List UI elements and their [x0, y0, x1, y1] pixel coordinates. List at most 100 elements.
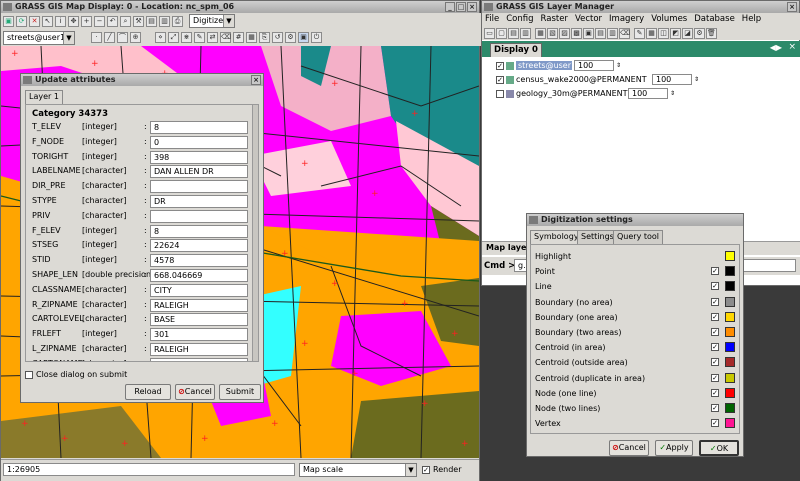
tab-nav-icon[interactable]: ◀▶: [770, 43, 782, 52]
workspace-open-icon[interactable]: ▤: [508, 27, 519, 39]
georectify-icon[interactable]: ◫: [658, 27, 669, 39]
reload-button[interactable]: Reload: [125, 384, 171, 400]
digitize-mode-select[interactable]: Digitize ▼: [189, 14, 235, 28]
attribute-value-field[interactable]: [150, 180, 248, 194]
cancel-button[interactable]: ⊘Cancel: [175, 384, 215, 400]
add-point-icon[interactable]: ·: [91, 32, 102, 43]
add-boundary-icon[interactable]: ⌒: [117, 32, 128, 43]
menu-raster[interactable]: Raster: [541, 13, 568, 26]
quit-digitizer-icon[interactable]: ⏻: [311, 32, 322, 43]
attribute-value-field[interactable]: RALEIGH: [150, 343, 248, 356]
cancel-button[interactable]: ⊘Cancel: [609, 440, 649, 456]
attribute-value-field[interactable]: DAN ALLEN DR: [150, 165, 248, 179]
delete-layer-icon[interactable]: ⌫: [619, 27, 630, 39]
attribute-table-icon[interactable]: ▦: [646, 27, 657, 39]
color-swatch[interactable]: [725, 281, 735, 292]
apply-button[interactable]: ✓Apply: [655, 440, 693, 456]
settings-icon[interactable]: ▣: [298, 32, 309, 43]
tab-settings[interactable]: Settings: [577, 230, 618, 244]
attribute-value-field[interactable]: CITY: [150, 283, 248, 297]
attribute-value-field[interactable]: DR: [150, 195, 248, 208]
menu-config[interactable]: Config: [506, 13, 533, 26]
symbology-checkbox[interactable]: ✓: [711, 404, 719, 412]
layer-opacity[interactable]: 100: [652, 74, 692, 85]
zoom-out-icon[interactable]: −: [94, 15, 105, 27]
opacity-spin-icon[interactable]: ⇕: [670, 90, 675, 97]
color-swatch[interactable]: [725, 403, 735, 413]
edit-line-icon[interactable]: ✎: [194, 32, 205, 43]
attribute-value-field[interactable]: 22624: [150, 239, 248, 253]
map-display-titlebar[interactable]: GRASS GIS Map Display: 0 - Location: nc_…: [1, 1, 479, 13]
menu-help[interactable]: Help: [742, 13, 761, 26]
attribute-value-field[interactable]: BASE: [150, 313, 248, 327]
statusbar-mode-select[interactable]: Map scale ▼: [299, 463, 417, 477]
update-attributes-titlebar[interactable]: Update attributes ×: [21, 74, 263, 86]
symbology-checkbox[interactable]: ✓: [711, 282, 719, 291]
maximize-icon[interactable]: □: [456, 2, 466, 12]
add-raster-misc-icon[interactable]: ▧: [547, 27, 558, 39]
color-swatch[interactable]: [725, 357, 735, 368]
move-line-icon[interactable]: ⇄: [207, 32, 218, 43]
menu-vector[interactable]: Vector: [575, 13, 602, 26]
add-centroid-icon[interactable]: ⊕: [130, 32, 141, 43]
zoom-menu-icon[interactable]: ⌕: [120, 15, 131, 27]
layer-opacity[interactable]: 100: [628, 88, 668, 99]
display-attributes-icon[interactable]: ▦: [246, 32, 257, 43]
layer-opacity[interactable]: 100: [574, 60, 614, 71]
symbology-checkbox[interactable]: ✓: [711, 267, 719, 276]
symbology-checkbox[interactable]: ✓: [711, 388, 719, 397]
zoom-in-icon[interactable]: +: [81, 15, 92, 27]
close-icon[interactable]: ×: [467, 2, 477, 12]
opacity-spin-icon[interactable]: ⇕: [694, 76, 699, 83]
workspace-new-icon[interactable]: ▢: [496, 27, 507, 39]
close-on-submit-checkbox[interactable]: [25, 370, 33, 379]
add-vertex-icon[interactable]: ⋄: [155, 32, 166, 43]
digitization-settings-titlebar[interactable]: Digitization settings: [527, 214, 743, 226]
attribute-value-field[interactable]: 668.046669: [150, 269, 248, 282]
symbology-checkbox[interactable]: ✓: [711, 358, 719, 367]
rerender-icon[interactable]: ⟳: [16, 15, 27, 27]
color-swatch[interactable]: [725, 266, 735, 277]
pan-icon[interactable]: ✥: [68, 15, 79, 27]
add-line-icon[interactable]: ╱: [104, 32, 115, 43]
undo-icon[interactable]: ↺: [272, 32, 283, 43]
overlay-icon[interactable]: ▤: [146, 15, 157, 27]
menu-file[interactable]: File: [485, 13, 499, 26]
minimize-icon[interactable]: _: [445, 2, 455, 12]
attribute-value-field[interactable]: RALEIGH: [150, 298, 248, 312]
color-swatch[interactable]: [725, 251, 735, 261]
vector-layer-select[interactable]: streets@user1 ▼: [3, 30, 75, 45]
attribute-value-field[interactable]: 0: [150, 135, 248, 149]
submit-button[interactable]: Submit: [219, 384, 261, 400]
erase-icon[interactable]: ✕: [29, 15, 40, 27]
add-vector-icon[interactable]: ▨: [559, 27, 570, 39]
menu-imagery[interactable]: Imagery: [609, 13, 644, 26]
trash-icon[interactable]: 🗑: [706, 27, 717, 39]
symbology-checkbox[interactable]: ✓: [711, 343, 719, 352]
attribute-value-field[interactable]: 4578: [150, 254, 248, 268]
menu-database[interactable]: Database: [694, 13, 735, 26]
tab-query-tool[interactable]: Query tool: [613, 230, 664, 244]
layer-manager-titlebar[interactable]: GRASS GIS Layer Manager ×: [482, 1, 799, 13]
edit-vector-icon[interactable]: ✎: [634, 27, 645, 39]
delete-line-icon[interactable]: ⌫: [220, 32, 231, 43]
color-swatch[interactable]: [725, 296, 735, 307]
display-map-icon[interactable]: ▣: [3, 15, 14, 27]
nviz-icon[interactable]: ◩: [670, 27, 681, 39]
layer-row[interactable]: ✓ census_wake2000@PERMANENT 100 ⇕: [496, 74, 699, 85]
add-raster-icon[interactable]: ▦: [535, 27, 546, 39]
layer-visible-checkbox[interactable]: ✓: [496, 75, 504, 84]
color-swatch[interactable]: [725, 311, 735, 322]
render-checkbox[interactable]: ✓: [422, 466, 430, 474]
color-swatch[interactable]: [725, 372, 735, 383]
tools-icon[interactable]: ⚙: [285, 32, 296, 43]
print-icon[interactable]: ⎙: [172, 15, 183, 27]
symbology-checkbox[interactable]: ✓: [711, 328, 719, 336]
tab-display-0[interactable]: Display 0: [490, 43, 542, 57]
attribute-value-field[interactable]: 301: [150, 328, 248, 342]
layer-visible-checkbox[interactable]: ✓: [496, 61, 504, 70]
add-group-icon[interactable]: ▤: [595, 27, 606, 39]
symbology-checkbox[interactable]: ✓: [711, 297, 719, 306]
add-overlay-icon[interactable]: ▥: [607, 27, 618, 39]
color-swatch[interactable]: [725, 418, 735, 429]
